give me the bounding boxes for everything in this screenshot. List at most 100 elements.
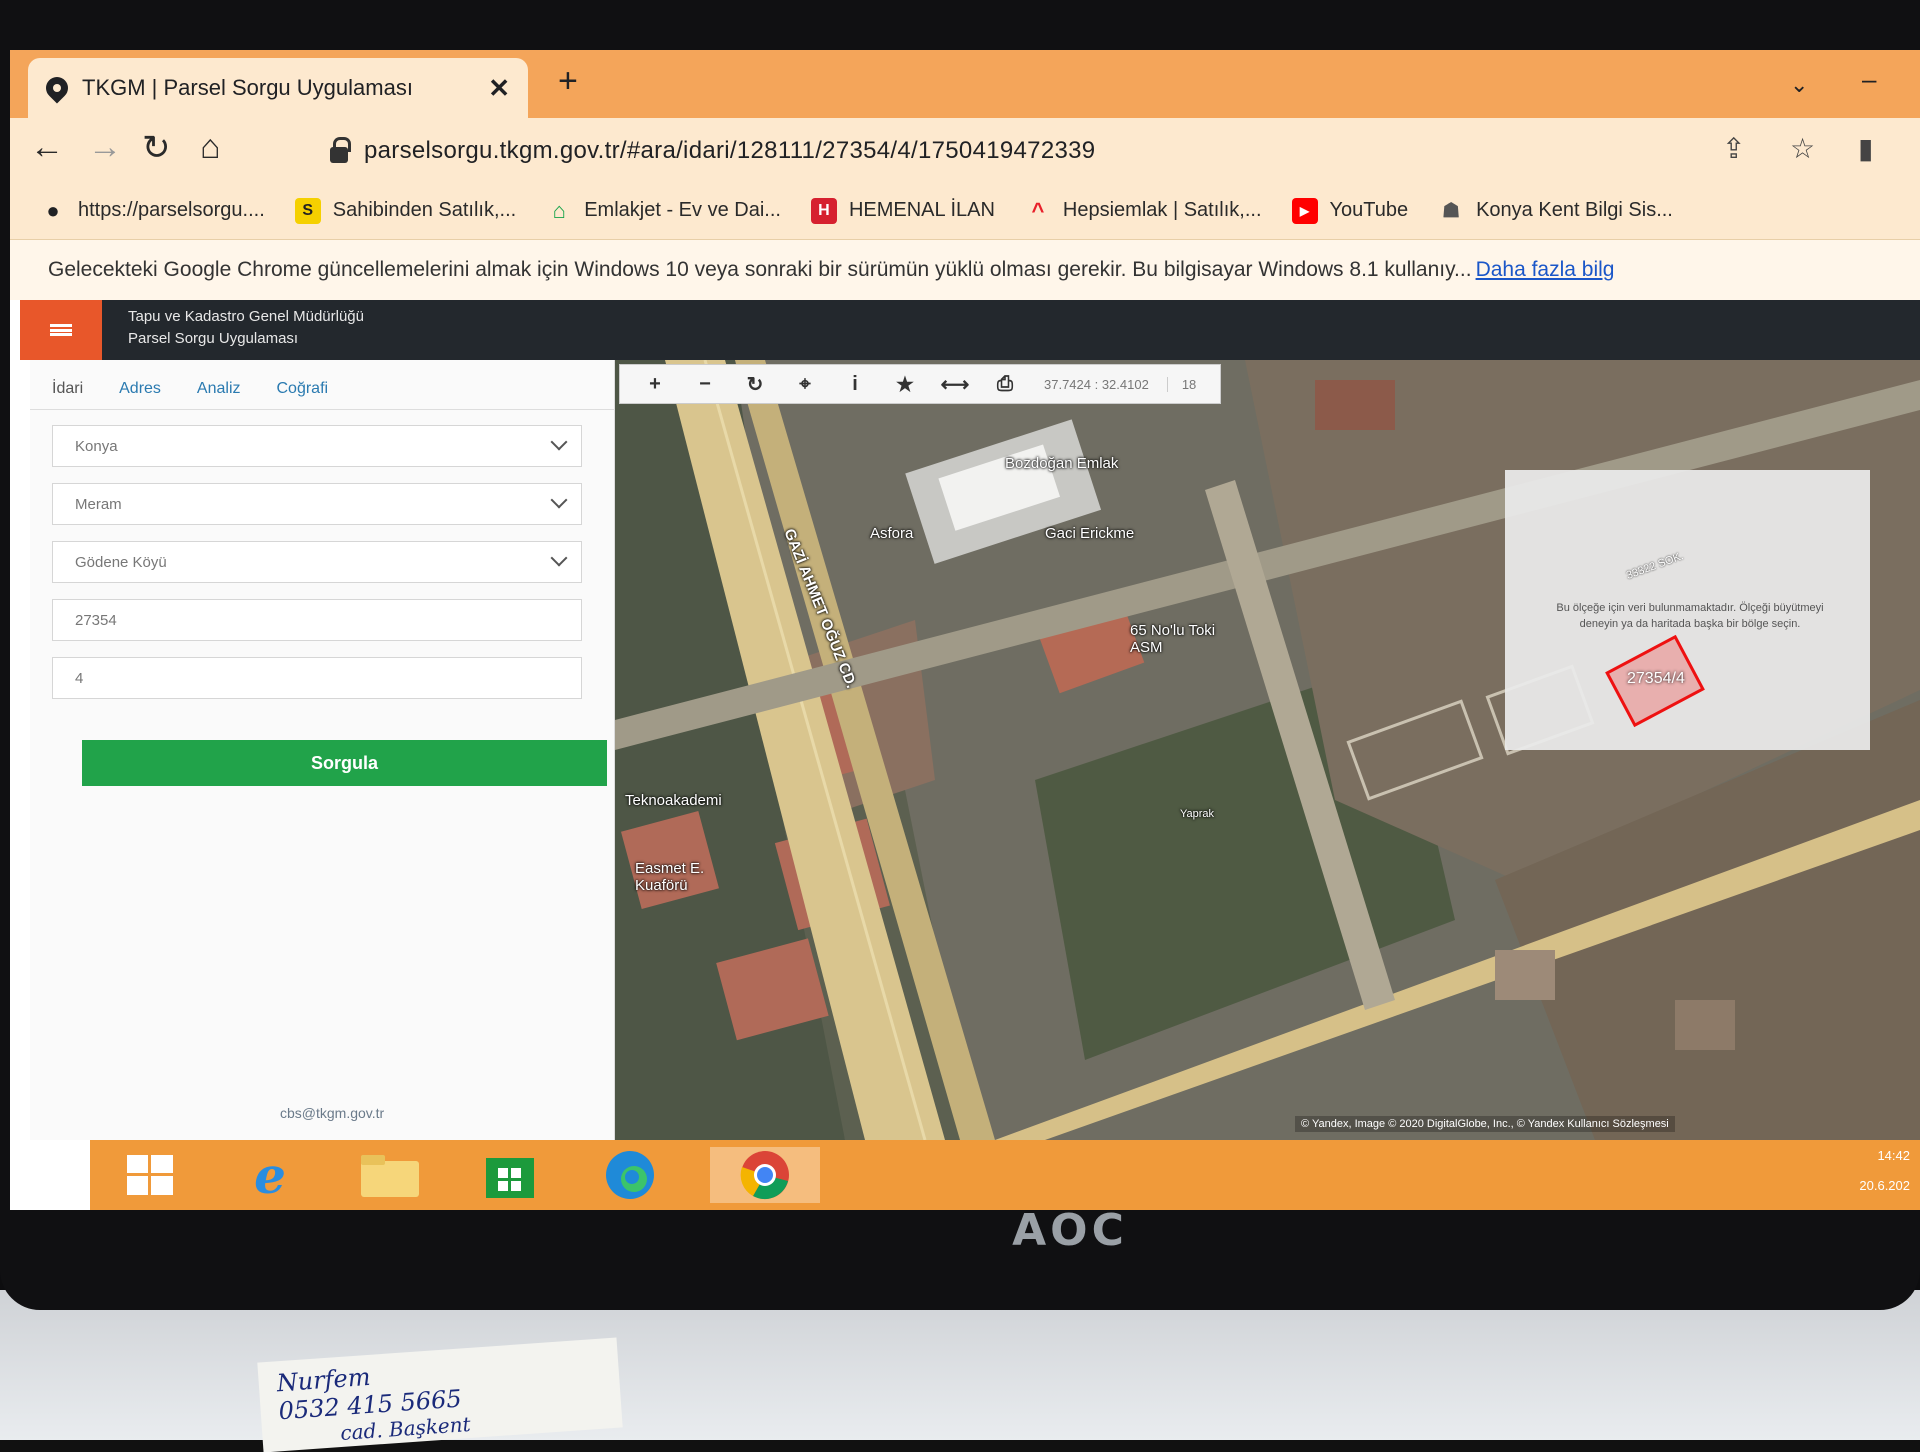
clock-time[interactable]: 14:42 <box>1877 1148 1910 1163</box>
map-pin-icon: ● <box>46 197 60 223</box>
refresh-icon[interactable]: ↻ <box>730 372 780 397</box>
tab-strip: TKGM | Parsel Sorgu Uygulaması ✕ + ⌄ – <box>10 50 1920 118</box>
measure-icon[interactable]: ⟷ <box>930 372 980 397</box>
no-data-overlay: 33322 SOK. Bu ölçeğe için veri bulunmama… <box>1505 470 1870 750</box>
bookmark-label: YouTube <box>1329 199 1409 221</box>
satellite-map[interactable]: + − ↻ ⌖ i ★ ⟷ ⎙ 37.7424 : 32.4102 18 Boz… <box>615 360 1920 1140</box>
store-button[interactable] <box>470 1147 550 1203</box>
internet-explorer-button[interactable]: e <box>230 1145 310 1205</box>
poi-label[interactable]: Easmet E. Kuaförü <box>635 860 715 894</box>
monitor-brand-logo: AOC <box>1012 1205 1128 1256</box>
poi-label[interactable]: 65 No'lu Toki ASM <box>1130 622 1220 656</box>
start-button[interactable] <box>110 1147 190 1203</box>
monitor: AOC Nurfem 0532 415 5665 cad. Başkent TK… <box>0 0 1920 1452</box>
app-header: Tapu ve Kadastro Genel Müdürlüğü Parsel … <box>20 300 1920 360</box>
il-select-value: Konya <box>75 437 118 455</box>
reload-icon[interactable]: ↻ <box>142 128 171 168</box>
poi-label[interactable]: Asfora <box>870 525 913 542</box>
browser-toolbar: ← → ↻ ⌂ parselsorgu.tkgm.gov.tr/#ara/ida… <box>10 118 1920 182</box>
home-icon[interactable]: ⌂ <box>200 128 221 167</box>
windows-logo-icon <box>127 1155 173 1195</box>
map-attribution[interactable]: © Yandex, Image © 2020 DigitalGlobe, Inc… <box>1295 1116 1675 1132</box>
bookmark-label: HEMENAL İLAN <box>848 199 995 221</box>
ilce-select[interactable]: Meram <box>52 483 582 525</box>
tab-title: TKGM | Parsel Sorgu Uygulaması <box>82 75 413 100</box>
bookmark-emlakjet[interactable]: ⌂ Emlakjet - Ev ve Dai... <box>546 198 781 224</box>
bookmark-parselsorgu[interactable]: ● https://parselsorgu.... <box>40 197 265 224</box>
ada-input-value: 27354 <box>75 611 117 629</box>
il-select[interactable]: Konya <box>52 425 582 467</box>
bookmark-youtube[interactable]: ▶ YouTube <box>1291 197 1409 224</box>
hemenal-icon: H <box>810 197 837 224</box>
bookmark-label: Konya Kent Bilgi Sis... <box>1476 199 1673 221</box>
back-arrow-icon[interactable]: ← <box>30 128 64 167</box>
forward-arrow-icon[interactable]: → <box>88 128 122 167</box>
chrome-icon <box>740 1151 789 1200</box>
bookmark-hemenal[interactable]: H HEMENAL İLAN <box>810 197 995 224</box>
map-toolbar: + − ↻ ⌖ i ★ ⟷ ⎙ 37.7424 : 32.4102 18 <box>619 364 1222 404</box>
chevron-down-icon[interactable]: ⌄ <box>1790 72 1808 98</box>
edge-icon <box>606 1151 654 1199</box>
panel-tabs: İdari Adres Analiz Coğrafi <box>30 360 614 410</box>
menu-icon <box>50 324 72 336</box>
share-icon[interactable]: ⇪ <box>1722 132 1745 165</box>
locate-icon[interactable]: ⌖ <box>780 373 830 396</box>
poi-label[interactable]: Bozdoğan Emlak <box>1005 455 1118 472</box>
chevron-down-icon <box>550 549 568 567</box>
edge-button[interactable] <box>590 1147 670 1203</box>
hamburger-menu-button[interactable] <box>20 300 102 360</box>
bookmark-label: Hepsiemlak | Satılık,... <box>1062 199 1262 221</box>
update-infobar: Gelecekteki Google Chrome güncellemeleri… <box>10 240 1920 300</box>
poi-label[interactable]: Teknoakademi <box>625 792 722 809</box>
poi-label[interactable]: Gaci Erickme <box>1045 525 1134 542</box>
mahalle-select-value: Gödene Köyü <box>75 553 167 571</box>
internet-explorer-icon: e <box>254 1145 286 1205</box>
windows-taskbar: e 14:42 20.6.202 <box>90 1140 1920 1210</box>
new-tab-button[interactable]: + <box>558 62 578 101</box>
tab-idari[interactable]: İdari <box>52 380 83 409</box>
zoom-out-button[interactable]: − <box>680 373 730 396</box>
address-bar[interactable]: parselsorgu.tkgm.gov.tr/#ara/idari/12811… <box>330 132 1710 170</box>
house-icon: ⌂ <box>552 197 566 223</box>
ada-input[interactable]: 27354 <box>52 599 582 641</box>
print-icon[interactable]: ⎙ <box>980 373 1030 396</box>
contact-email[interactable]: cbs@tkgm.gov.tr <box>280 1105 384 1121</box>
organization-name: Tapu ve Kadastro Genel Müdürlüğü <box>128 308 364 325</box>
zoom-in-button[interactable]: + <box>630 373 680 396</box>
bookmark-sahibinden[interactable]: S Sahibinden Satılık,... <box>294 197 517 224</box>
infobar-text: Gelecekteki Google Chrome güncellemeleri… <box>48 258 1472 281</box>
map-pin-icon <box>41 72 73 104</box>
roof-icon: ^ <box>1031 197 1045 223</box>
file-explorer-button[interactable] <box>350 1147 430 1203</box>
parsel-input[interactable]: 4 <box>52 657 582 699</box>
star-icon[interactable]: ★ <box>880 372 930 397</box>
bookmarks-bar: ● https://parselsorgu.... S Sahibinden S… <box>10 182 1920 240</box>
bookmark-label: https://parselsorgu.... <box>78 199 265 221</box>
close-icon[interactable]: ✕ <box>488 73 510 104</box>
infobar-learn-more-link[interactable]: Daha fazla bilg <box>1476 258 1615 282</box>
browser-tab[interactable]: TKGM | Parsel Sorgu Uygulaması ✕ <box>28 58 528 118</box>
star-icon[interactable]: ☆ <box>1790 132 1815 165</box>
zoom-level: 18 <box>1166 376 1210 392</box>
konya-icon: ☗ <box>1442 200 1461 222</box>
chrome-button[interactable] <box>710 1147 820 1203</box>
minimize-button[interactable]: – <box>1862 64 1876 95</box>
bookmark-hepsiemlak[interactable]: ^ Hepsiemlak | Satılık,... <box>1025 197 1262 224</box>
folder-icon <box>361 1155 419 1197</box>
query-panel: İdari Adres Analiz Coğrafi Konya Meram G… <box>30 360 615 1140</box>
info-icon[interactable]: i <box>830 373 880 396</box>
url-text: parselsorgu.tkgm.gov.tr/#ara/idari/12811… <box>364 137 1096 164</box>
side-panel-icon[interactable]: ▮ <box>1858 132 1873 165</box>
parsel-input-value: 4 <box>75 669 84 687</box>
parcel-label: 27354/4 <box>1627 670 1685 687</box>
street-label: 33322 SOK. <box>1624 550 1686 582</box>
chevron-down-icon <box>550 491 568 509</box>
tab-adres[interactable]: Adres <box>119 380 161 409</box>
tab-cografi[interactable]: Coğrafi <box>277 380 329 409</box>
bookmark-konya-kent[interactable]: ☗ Konya Kent Bilgi Sis... <box>1438 198 1673 224</box>
clock-date[interactable]: 20.6.202 <box>1859 1178 1910 1193</box>
bookmark-label: Sahibinden Satılık,... <box>332 199 517 221</box>
query-button[interactable]: Sorgula <box>82 740 607 786</box>
mahalle-select[interactable]: Gödene Köyü <box>52 541 582 583</box>
tab-analiz[interactable]: Analiz <box>197 380 241 409</box>
